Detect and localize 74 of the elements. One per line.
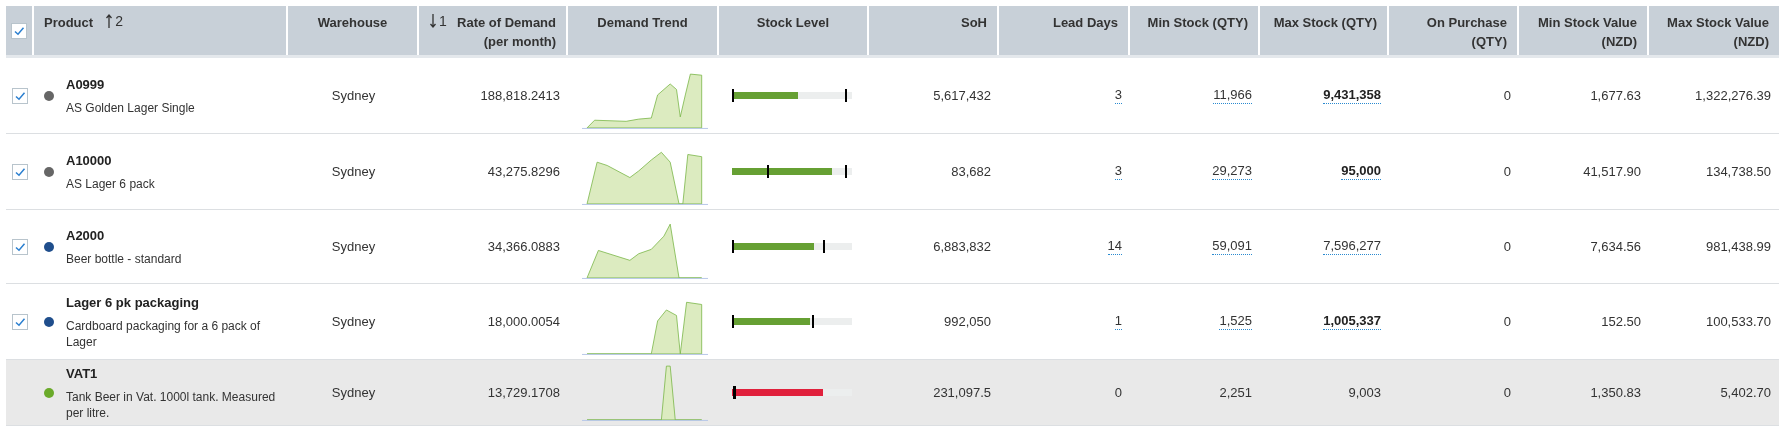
table-cell-text: Sydney	[331, 312, 376, 331]
column-header[interactable]: SoH	[961, 13, 987, 55]
editable-value[interactable]: 9,431,358	[1323, 87, 1381, 104]
column-header[interactable]: Demand Trend	[597, 13, 688, 55]
table-cell-text: 1,322,276.39	[1695, 86, 1771, 105]
column-header[interactable]: On Purchase (QTY)	[1399, 13, 1507, 55]
table-cell-text: 43,275.8296	[487, 162, 560, 181]
table-cell-text: 231,097.5	[933, 383, 991, 402]
product-description: Beer bottle - standard	[66, 250, 182, 267]
product-description: Tank Beer in Vat. 1000l tank. Measured per litre.	[66, 388, 277, 421]
row-checkbox[interactable]	[12, 87, 28, 104]
column-header[interactable]: Product	[44, 13, 94, 55]
table-cell-text: 1,677.63	[1590, 86, 1641, 105]
table-cell-text: 1,350.83	[1590, 383, 1641, 402]
table-cell-text: 7,634.56	[1590, 237, 1641, 256]
table-cell-text: 41,517.90	[1583, 162, 1641, 181]
editable-value[interactable]: 3	[1114, 87, 1122, 104]
table-cell-text: 18,000.0054	[487, 312, 560, 331]
select-all-checkbox[interactable]	[11, 22, 27, 39]
editable-value[interactable]: 3	[1114, 163, 1122, 180]
editable-value[interactable]: 29,273	[1212, 163, 1252, 180]
sort-order: 1	[439, 13, 447, 29]
product-code: VAT1	[66, 365, 99, 384]
table-cell-text: 13,729.1708	[487, 383, 560, 402]
table-cell-text: 6,883,832	[933, 237, 991, 256]
product-code: Lager 6 pk packaging	[66, 294, 200, 313]
product-code: A0999	[66, 76, 106, 95]
table-cell-text: 0	[1503, 86, 1511, 105]
column-header[interactable]: Warehouse	[317, 13, 388, 55]
editable-value[interactable]: 1,525	[1219, 313, 1252, 330]
column-header[interactable]: Min Stock Value (NZD)	[1529, 13, 1637, 55]
table-cell-text: 5,617,432	[933, 86, 991, 105]
product-description: AS Golden Lager Single	[66, 99, 195, 116]
column-header[interactable]: Max Stock Value (NZD)	[1659, 13, 1769, 55]
table-cell: 0	[1114, 384, 1122, 401]
product-code: A2000	[66, 227, 106, 246]
row-checkbox[interactable]	[12, 238, 28, 255]
table-cell-text: 992,050	[944, 312, 991, 331]
table-cell-text: 0	[1503, 237, 1511, 256]
table-cell-text: 152.50	[1601, 312, 1641, 331]
product-code: A10000	[66, 152, 113, 171]
table-cell-text: 134,738.50	[1705, 162, 1771, 181]
table-cell-text: 100,533.70	[1705, 312, 1771, 331]
column-header[interactable]: Stock Level	[756, 13, 830, 55]
product-description: Cardboard packaging for a 6 pack of Lager	[66, 317, 262, 350]
editable-value[interactable]: 1	[1114, 313, 1122, 330]
column-header[interactable]: Max Stock (QTY)	[1273, 13, 1377, 55]
row-checkbox[interactable]	[12, 163, 28, 180]
table-cell-text: Sydney	[331, 383, 376, 402]
table-cell-text: 83,682	[951, 162, 991, 181]
editable-value[interactable]: 95,000	[1341, 163, 1381, 180]
editable-value[interactable]: 14	[1107, 238, 1122, 255]
editable-value[interactable]: 11,966	[1213, 87, 1252, 104]
table-cell-text: Sydney	[331, 237, 376, 256]
table-cell-text: Sydney	[331, 86, 376, 105]
editable-value[interactable]: 59,091	[1212, 238, 1252, 255]
table-cell-text: 981,438.99	[1705, 237, 1771, 256]
editable-value[interactable]: 7,596,277	[1323, 238, 1381, 255]
table-cell-text: 0	[1503, 383, 1511, 402]
table-cell: 2,251	[1219, 384, 1252, 401]
table-cell-text: 34,366.0883	[487, 237, 560, 256]
column-header[interactable]: Lead Days	[1052, 13, 1118, 55]
column-header[interactable]: Rate of Demand (per month)	[452, 13, 556, 55]
table-cell-text: Sydney	[331, 162, 376, 181]
editable-value[interactable]: 1,005,337	[1323, 313, 1381, 330]
product-description: AS Lager 6 pack	[66, 175, 155, 192]
table-cell-text: 188,818.2413	[480, 86, 560, 105]
row-checkbox[interactable]	[12, 313, 28, 330]
sort-order: 2	[115, 13, 123, 29]
column-header[interactable]: Min Stock (QTY)	[1147, 13, 1248, 55]
table-cell: 9,003	[1348, 384, 1381, 401]
table-cell-text: 0	[1503, 162, 1511, 181]
table-cell-text: 5,402.70	[1720, 383, 1771, 402]
table-cell-text: 0	[1503, 312, 1511, 331]
